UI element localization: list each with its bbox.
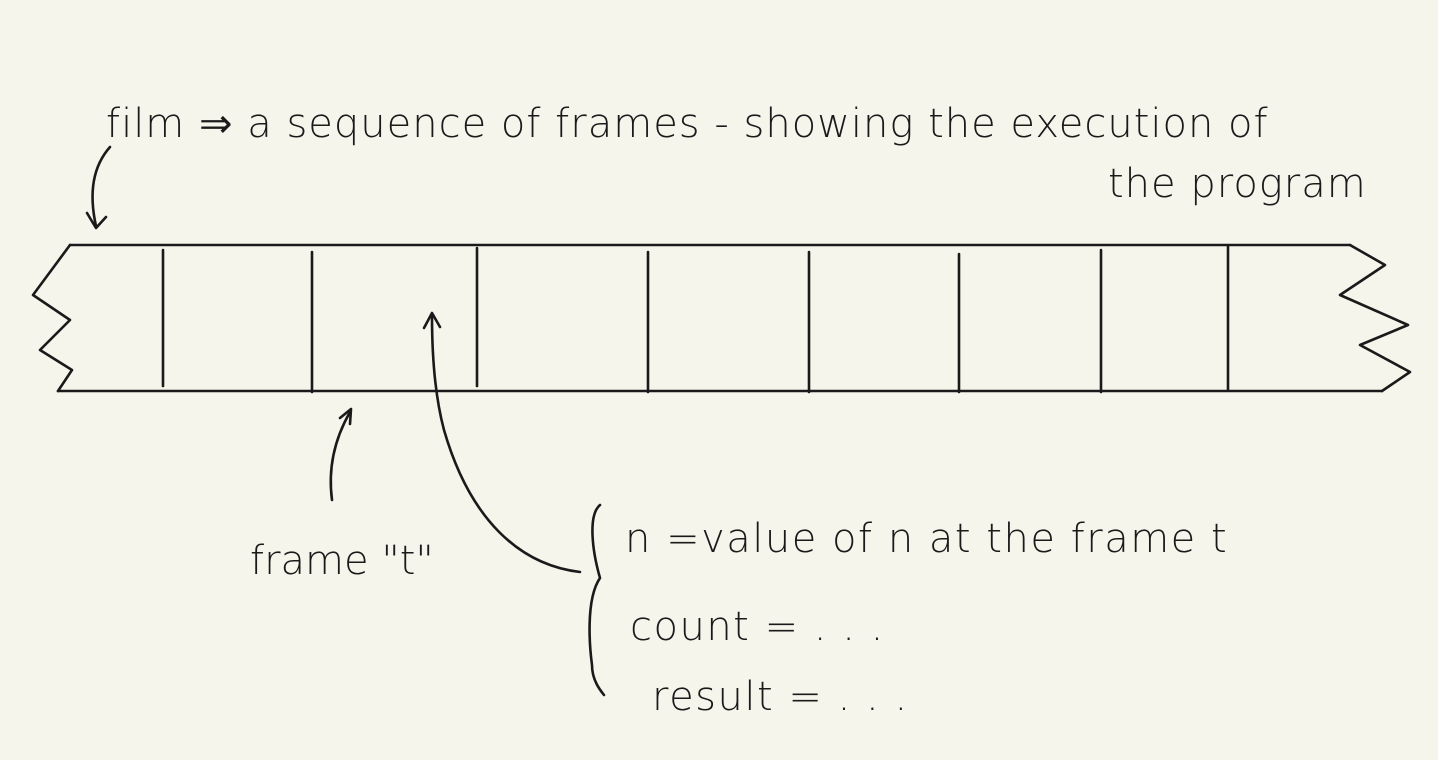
frame-contents-arrow [430,314,582,574]
film-strip-right-torn-edge [1338,243,1412,393]
result-value-text: result = . . . [652,674,909,720]
n-value-text: n =value of n at the frame t [625,516,1228,562]
film-pointer-arrowhead [85,211,108,230]
frame-dividers [161,244,1230,394]
frame-t-arrow [329,410,352,502]
count-value-text: count = . . . [630,604,885,650]
film-definition-text: film ⇒ a sequence of frames - showing th… [106,101,1269,147]
film-pointer-arrow [91,145,112,228]
film-strip-diagram: film ⇒ a sequence of frames - showing th… [31,101,1412,720]
film-definition-text-cont: the program [1108,161,1367,207]
frame-t-label: frame "t" [250,538,434,584]
film-strip [31,243,1412,393]
variables-brace [588,503,606,697]
film-strip-left-torn-edge [31,243,74,393]
